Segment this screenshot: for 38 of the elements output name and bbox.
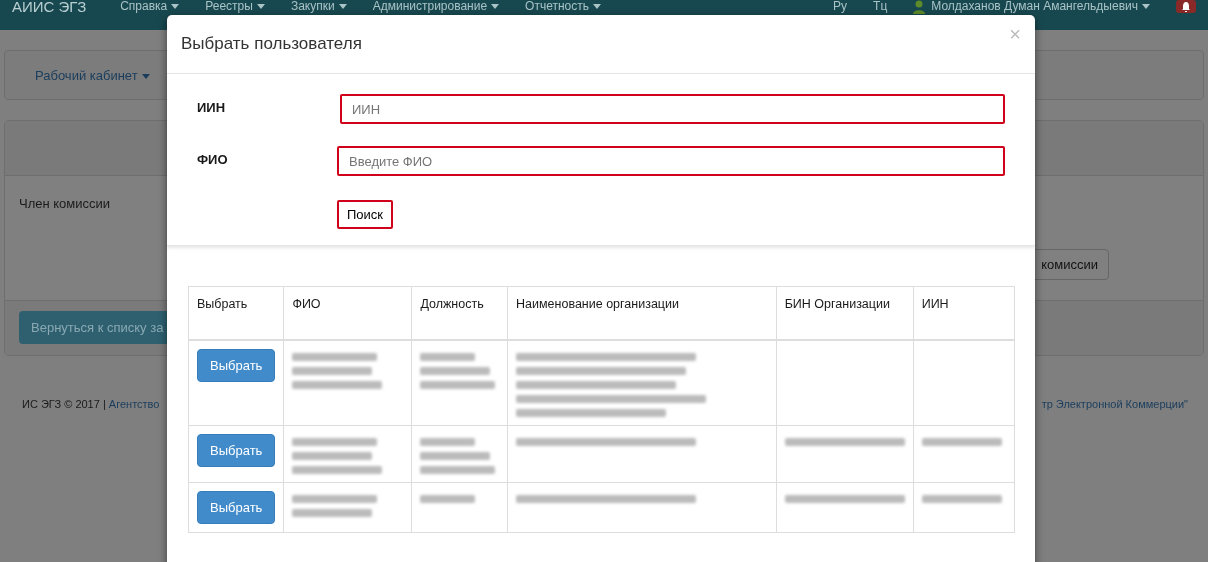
- search-button[interactable]: Поиск: [337, 200, 394, 229]
- column-header: ФИО: [283, 286, 412, 340]
- caret-icon: [1142, 4, 1150, 10]
- language-link[interactable]: Тц: [873, 0, 888, 13]
- select-button[interactable]: Выбрать: [197, 349, 276, 382]
- column-header: БИН Организации: [776, 286, 914, 340]
- nav-menu[interactable]: Закупки: [290, 0, 347, 13]
- user-menu[interactable]: Молдаханов Думан Амангельдыевич: [931, 0, 1150, 13]
- nav-menu[interactable]: Администрирование: [372, 0, 500, 13]
- language-link[interactable]: Ру: [833, 0, 848, 13]
- field-label: ИИН: [197, 99, 227, 115]
- column-header: ИИН: [913, 286, 1015, 340]
- role-label: Член комиссии: [19, 196, 111, 213]
- footer-text: ИС ЭГЗ © 2017 |: [22, 398, 107, 410]
- nav-menu[interactable]: Отчетность: [525, 0, 601, 13]
- column-header: Должность: [411, 286, 508, 340]
- column-header: Выбрать: [188, 286, 284, 340]
- caret-icon: [593, 4, 601, 10]
- brand-logo[interactable]: АИИС ЭГЗ: [12, 0, 87, 14]
- user-icon: [913, 0, 926, 14]
- field-label: ФИО: [197, 151, 229, 167]
- caret-icon: [491, 4, 500, 10]
- notification-button[interactable]: [1176, 0, 1196, 13]
- dialog-title: Выбрать пользователя: [181, 34, 362, 54]
- input-field[interactable]: ИИН: [340, 94, 1005, 124]
- footer-link[interactable]: Агентство: [108, 398, 160, 410]
- caret-icon: [256, 4, 265, 10]
- nav-menu[interactable]: Реестры: [205, 0, 265, 13]
- footer-link[interactable]: тр Электронной Коммерции": [1041, 398, 1188, 410]
- caret-icon: [171, 4, 180, 10]
- caret-icon: [338, 4, 347, 10]
- nav-menu[interactable]: Справка: [120, 0, 180, 13]
- column-header: Наименование организации: [507, 286, 777, 340]
- input-field[interactable]: Введите ФИО: [337, 146, 1005, 176]
- select-button[interactable]: Выбрать: [197, 491, 276, 524]
- bell-icon: [1181, 1, 1191, 12]
- select-button[interactable]: Выбрать: [197, 434, 276, 467]
- caret-icon: [141, 73, 150, 79]
